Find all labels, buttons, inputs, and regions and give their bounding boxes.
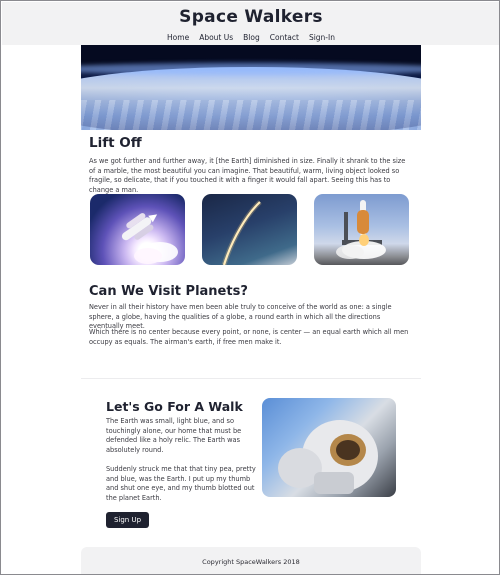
hero-earth-image xyxy=(81,45,421,130)
nav-blog[interactable]: Blog xyxy=(243,33,260,42)
astronaut-image xyxy=(262,398,396,497)
launch-pad-image xyxy=(314,194,409,265)
planets-heading: Can We Visit Planets? xyxy=(89,284,248,299)
shuttle-launch-image xyxy=(90,194,185,265)
footer-copyright: Copyright SpaceWalkers 2018 xyxy=(202,558,300,566)
walk-paragraph-2: Suddenly struck me that that tiny pea, p… xyxy=(106,465,256,502)
lift-off-text: As we got further and further away, it [… xyxy=(89,157,406,194)
nav-home[interactable]: Home xyxy=(167,33,189,42)
nav-about-us[interactable]: About Us xyxy=(199,33,233,42)
planets-paragraph-2: Which there is no center because every p… xyxy=(89,328,409,346)
site-footer: Copyright SpaceWalkers 2018 xyxy=(81,547,421,574)
lift-off-heading: Lift Off xyxy=(89,135,142,151)
walk-paragraph-1: The Earth was small, light blue, and so … xyxy=(106,417,242,454)
launch-trail-image xyxy=(202,194,297,265)
nav-contact[interactable]: Contact xyxy=(270,33,299,42)
hero-clouds xyxy=(81,100,421,130)
main-nav: Home About Us Blog Contact Sign-In xyxy=(2,33,499,42)
site-header: Space Walkers Home About Us Blog Contact… xyxy=(2,2,499,45)
nav-sign-in[interactable]: Sign-In xyxy=(309,33,335,42)
page: Space Walkers Home About Us Blog Contact… xyxy=(0,0,500,575)
site-title: Space Walkers xyxy=(179,7,323,27)
section-divider xyxy=(81,378,421,379)
sign-up-button[interactable]: Sign Up xyxy=(106,512,149,528)
walk-heading: Let's Go For A Walk xyxy=(106,399,243,414)
